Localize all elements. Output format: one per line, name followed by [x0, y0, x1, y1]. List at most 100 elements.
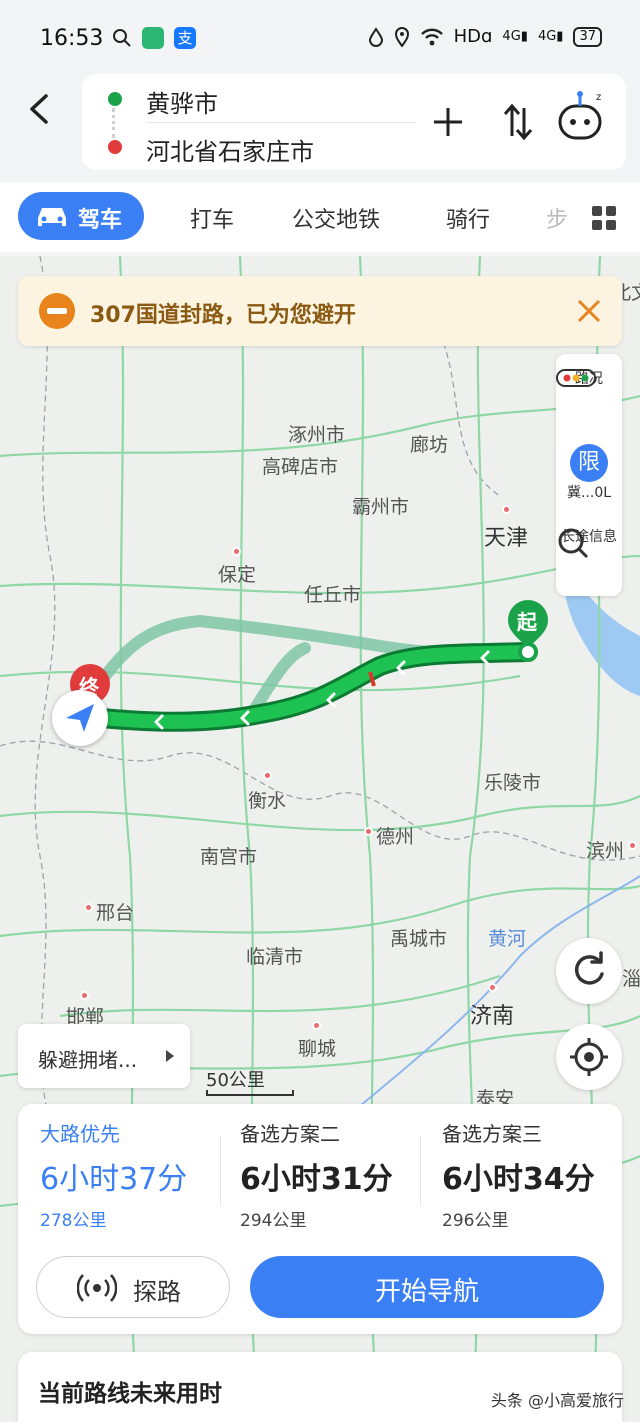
road-closure-banner: 307国道封路，已为您避开	[18, 276, 622, 346]
city-label-jinan: 济南	[470, 1004, 515, 1029]
city-label-tianjin: 天津	[484, 526, 529, 551]
tab-drive[interactable]: 驾车	[18, 192, 144, 240]
city-label-linqing: 临清市	[246, 946, 304, 968]
navigation-arrow-icon	[66, 704, 94, 732]
back-icon[interactable]	[22, 84, 62, 134]
river-label-huanghe: 黄河	[488, 928, 527, 950]
explore-button[interactable]: 探路	[36, 1256, 230, 1318]
city-dot-binzhou	[628, 841, 637, 850]
destination-dot	[108, 140, 122, 154]
city-label-zhuozhou: 涿州市	[288, 424, 346, 446]
restriction-label: 冀...0L	[566, 485, 612, 501]
city-dot-xingtai	[84, 903, 93, 912]
city-label-gaobeidian: 高碑店市	[262, 456, 339, 478]
locate-button[interactable]	[556, 1024, 622, 1090]
broadcast-icon	[77, 1274, 117, 1302]
city-label-langfang: 廊坊	[410, 434, 449, 456]
plan-distance: 294公里	[240, 1211, 307, 1231]
avoid-congestion-label: 躲避拥堵...	[38, 1048, 138, 1072]
plan-name: 备选方案二	[240, 1122, 340, 1146]
current-location-marker	[52, 690, 108, 746]
start-navigation-label: 开始导航	[374, 1277, 479, 1307]
drop-icon	[368, 26, 383, 47]
car-icon	[38, 208, 66, 226]
signal-2-label: 4G	[537, 29, 557, 44]
restriction-badge: 限	[570, 444, 608, 482]
map-scale-label: 50公里	[206, 1070, 265, 1091]
city-label-binzhou: 滨州	[586, 840, 625, 862]
status-left-icons: 支	[112, 27, 196, 49]
tab-drive-label: 驾车	[78, 208, 123, 233]
location-icon	[394, 26, 409, 47]
alipay-app-icon: 支	[174, 27, 196, 49]
route-divider	[146, 122, 416, 123]
traffic-toggle[interactable]: 路况	[556, 368, 622, 388]
refresh-button[interactable]	[556, 938, 622, 1004]
tab-transit[interactable]: 公交地铁	[292, 202, 380, 234]
avoid-congestion-button[interactable]: 躲避拥堵...	[18, 1024, 190, 1088]
start-navigation-button[interactable]: 开始导航	[250, 1256, 604, 1318]
close-icon[interactable]	[576, 298, 602, 324]
city-label-laoling: 乐陵市	[484, 772, 542, 794]
crosshair-icon	[570, 1038, 608, 1076]
destination-field[interactable]: 河北省石家庄市	[146, 132, 314, 167]
road-closure-text: 307国道封路，已为您避开	[90, 303, 356, 328]
assistant-robot-icon[interactable]: z	[552, 88, 608, 148]
city-dot-liaocheng	[312, 1021, 321, 1030]
route-input-box: 黄骅市 河北省石家庄市 z	[82, 74, 626, 170]
city-dot-baoding	[232, 547, 241, 556]
search-icon	[113, 29, 131, 47]
tab-taxi[interactable]: 打车	[190, 202, 234, 234]
watermark: 头条 @小高爱旅行	[490, 1391, 624, 1410]
city-dot-hengshui	[263, 771, 272, 780]
signal-1: 4G▮	[502, 29, 528, 44]
plan-time: 6小时31分	[240, 1162, 393, 1197]
plan-option-2[interactable]: 备选方案二 6小时31分 294公里	[218, 1104, 418, 1234]
status-time: 16:53	[40, 26, 104, 51]
closure-icon	[39, 293, 75, 329]
start-marker[interactable]: 起	[506, 598, 550, 664]
status-right-icons: HDɑ 4G▮ 4G▮ 37	[368, 26, 602, 47]
signal-2: 4G▮	[537, 29, 564, 44]
wifi-icon	[420, 28, 443, 45]
route-plans-card: 大路优先 6小时37分 278公里 备选方案二 6小时31分 294公里 备选方…	[18, 1104, 622, 1334]
origin-field[interactable]: 黄骅市	[146, 84, 218, 119]
map-scale-bar	[206, 1090, 294, 1096]
grid-menu-icon[interactable]	[590, 204, 618, 232]
plan-name: 大路优先	[40, 1122, 120, 1146]
add-waypoint-icon[interactable]	[430, 94, 466, 150]
map-side-panel: 路况 限 冀...0L 长途信息	[556, 354, 622, 596]
swap-icon[interactable]	[500, 94, 536, 150]
status-bar: 16:53 支 HDɑ 4G▮ 4G▮ 37	[0, 0, 640, 74]
plan-distance: 296公里	[442, 1211, 509, 1231]
city-label-yucheng: 禹城市	[390, 928, 448, 950]
city-dot-tianjin	[502, 505, 511, 514]
city-label-hengshui: 衡水	[248, 790, 287, 812]
traffic-light-icon	[556, 369, 596, 387]
city-label-xingtai: 邢台	[96, 902, 135, 924]
route-connector	[112, 108, 115, 138]
tab-bike[interactable]: 骑行	[446, 202, 490, 234]
battery-indicator: 37	[573, 26, 602, 47]
signal-1-label: 4G	[502, 29, 521, 44]
plan-distance: 278公里	[40, 1211, 107, 1231]
plan-option-1[interactable]: 大路优先 6小时37分 278公里	[18, 1104, 218, 1234]
caret-right-icon	[166, 1050, 174, 1062]
city-label-nangong: 南宫市	[200, 846, 258, 868]
route-header: 黄骅市 河北省石家庄市 z	[0, 74, 640, 182]
network-type: HDɑ	[453, 26, 493, 47]
city-label-baoding: 保定	[218, 564, 257, 586]
origin-dot	[108, 92, 122, 106]
future-time-title: 当前路线未来用时	[38, 1381, 222, 1407]
long-trip-info-toggle[interactable]: 长途信息	[556, 526, 622, 559]
search-icon	[558, 528, 589, 559]
chat-app-icon	[142, 27, 164, 49]
plan-option-3[interactable]: 备选方案三 6小时34分 296公里	[420, 1104, 620, 1234]
start-label: 起	[517, 610, 537, 634]
plan-name: 备选方案三	[442, 1122, 542, 1146]
plan-time: 6小时37分	[40, 1162, 188, 1197]
tab-walk[interactable]: 步	[546, 202, 568, 234]
city-label-liaocheng: 聊城	[298, 1038, 337, 1060]
restriction-toggle[interactable]: 限 冀...0L	[556, 444, 622, 502]
city-label-renqiu: 任丘市	[304, 584, 362, 606]
